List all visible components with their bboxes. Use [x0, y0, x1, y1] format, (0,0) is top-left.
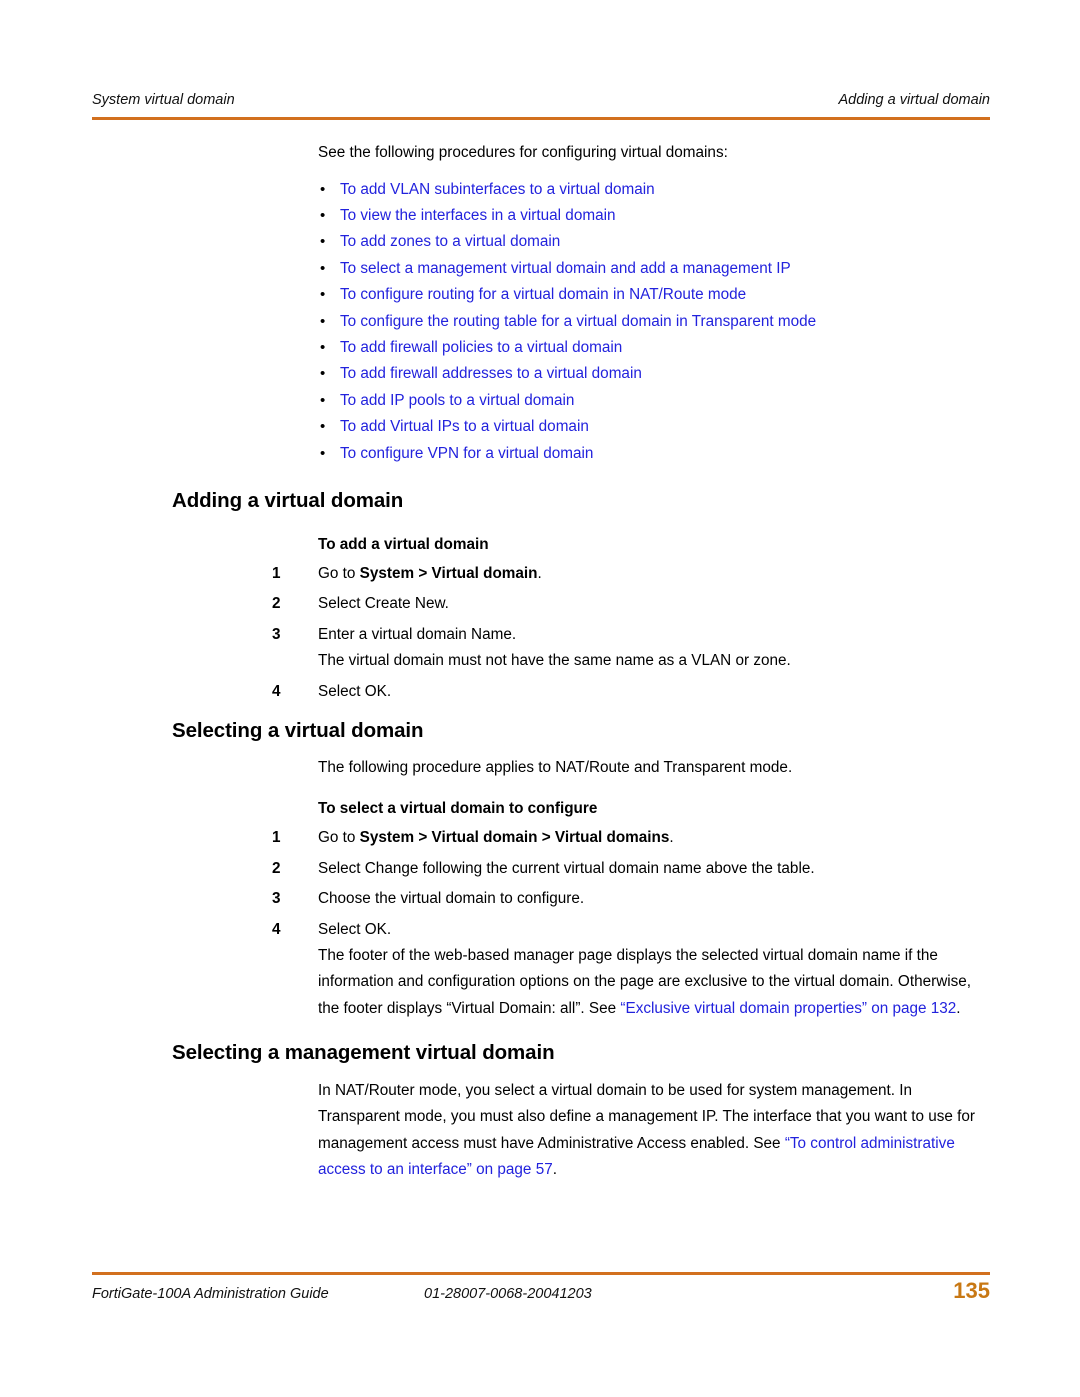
- list-item[interactable]: • To add IP pools to a virtual domain: [318, 388, 1080, 414]
- steps-adding: 1 Go to System > Virtual domain. 2 Selec…: [0, 561, 1080, 705]
- step-number: 3: [272, 890, 281, 908]
- procedure-link[interactable]: To configure VPN for a virtual domain: [340, 445, 593, 462]
- procedure-link[interactable]: To add firewall policies to a virtual do…: [340, 339, 622, 356]
- list-item[interactable]: • To view the interfaces in a virtual do…: [318, 203, 1080, 229]
- section-adding-a-virtual-domain: To add a virtual domain 1 Go to System >…: [0, 533, 1080, 705]
- step-number: 2: [272, 595, 281, 613]
- paragraph-tail: .: [956, 999, 961, 1017]
- step-number: 4: [272, 920, 281, 938]
- heading-selecting-a-virtual-domain: Selecting a virtual domain: [172, 719, 424, 742]
- footer-guide-title: FortiGate-100A Administration Guide: [92, 1286, 329, 1302]
- procedure-link[interactable]: To add zones to a virtual domain: [340, 233, 560, 250]
- footer-document-number: 01-28007-0068-20041203: [424, 1286, 592, 1302]
- bullet-icon: •: [320, 444, 326, 462]
- step-item: 4 Select OK.: [0, 679, 1080, 705]
- bullet-icon: •: [320, 391, 326, 409]
- list-item[interactable]: • To configure VPN for a virtual domain: [318, 441, 1080, 467]
- bullet-icon: •: [320, 206, 326, 224]
- subheading-to-select-a-virtual-domain: To select a virtual domain to configure: [318, 800, 598, 818]
- step-text-bold: System > Virtual domain: [359, 565, 538, 582]
- step-text-pre: Enter a virtual domain Name.: [318, 625, 517, 643]
- step-text-pre: Select Change following the current virt…: [318, 859, 815, 877]
- step-item: 1 Go to System > Virtual domain.: [0, 561, 1080, 587]
- section-selecting-a-management-virtual-domain: In NAT/Router mode, you select a virtual…: [0, 1078, 1080, 1184]
- paragraph-tail: .: [552, 1161, 557, 1179]
- document-page: System virtual domain Adding a virtual d…: [0, 0, 1080, 1397]
- step-item: 3 Enter a virtual domain Name. The virtu…: [0, 622, 1080, 675]
- cross-reference-link[interactable]: “Exclusive virtual domain properties” on…: [620, 1000, 956, 1017]
- selecting-intro-paragraph: The following procedure applies to NAT/R…: [318, 759, 793, 776]
- bullet-icon: •: [320, 259, 326, 277]
- list-item[interactable]: • To add firewall policies to a virtual …: [318, 335, 1080, 361]
- footer-rule: [92, 1272, 990, 1275]
- step-text-pre: Go to: [318, 829, 360, 847]
- bullet-icon: •: [320, 233, 326, 251]
- heading-selecting-a-management-virtual-domain: Selecting a management virtual domain: [172, 1041, 555, 1064]
- steps-selecting: 1 Go to System > Virtual domain > Virtua…: [0, 825, 1080, 1022]
- step-text-pre: Select OK.: [318, 682, 392, 700]
- step-number: 2: [272, 859, 281, 877]
- page-number: 135: [953, 1278, 990, 1303]
- list-item[interactable]: • To configure the routing table for a v…: [318, 309, 1080, 335]
- bullet-icon: •: [320, 180, 326, 198]
- page-content: See the following procedures for configu…: [0, 140, 1080, 467]
- bullet-icon: •: [320, 312, 326, 330]
- step-item: 2 Select Change following the current vi…: [0, 856, 1080, 882]
- step-continuation-paragraph: The footer of the web-based manager page…: [318, 943, 992, 1022]
- step-number: 3: [272, 625, 281, 643]
- procedure-link[interactable]: To add IP pools to a virtual domain: [340, 392, 574, 409]
- list-item[interactable]: • To add zones to a virtual domain: [318, 229, 1080, 255]
- header-rule: [92, 117, 990, 120]
- procedure-link[interactable]: To add Virtual IPs to a virtual domain: [340, 418, 589, 435]
- step-text-bold: System > Virtual domain > Virtual domain…: [359, 829, 670, 847]
- step-item: 1 Go to System > Virtual domain > Virtua…: [0, 825, 1080, 851]
- step-number: 1: [272, 829, 281, 847]
- subheading-to-add-a-virtual-domain: To add a virtual domain: [318, 536, 489, 553]
- list-item[interactable]: • To select a management virtual domain …: [318, 256, 1080, 282]
- management-paragraph: In NAT/Router mode, you select a virtual…: [0, 1078, 1080, 1184]
- bullet-icon: •: [320, 418, 326, 436]
- step-number: 4: [272, 682, 281, 700]
- heading-adding-a-virtual-domain: Adding a virtual domain: [172, 489, 404, 512]
- intro-paragraph: See the following procedures for configu…: [318, 144, 728, 161]
- step-text-pre: Select OK.: [318, 920, 392, 938]
- step-text-pre: Select Create New.: [318, 595, 449, 613]
- step-number: 1: [272, 565, 281, 582]
- section-selecting-a-virtual-domain: The following procedure applies to NAT/R…: [0, 755, 1080, 1022]
- running-header-right: Adding a virtual domain: [838, 92, 990, 108]
- running-header: System virtual domain Adding a virtual d…: [92, 92, 990, 109]
- step-text-pre: Go to: [318, 565, 360, 582]
- procedure-link[interactable]: To select a management virtual domain an…: [340, 260, 791, 277]
- list-item[interactable]: • To add Virtual IPs to a virtual domain: [318, 414, 1080, 440]
- running-header-left: System virtual domain: [92, 92, 235, 108]
- bullet-icon: •: [320, 338, 326, 356]
- step-continuation: The virtual domain must not have the sam…: [318, 652, 791, 670]
- list-item[interactable]: • To add firewall addresses to a virtual…: [318, 361, 1080, 387]
- step-text-post: .: [669, 829, 674, 847]
- procedure-link[interactable]: To configure routing for a virtual domai…: [340, 286, 746, 303]
- procedure-link-list: • To add VLAN subinterfaces to a virtual…: [0, 177, 1080, 467]
- procedure-link[interactable]: To add firewall addresses to a virtual d…: [340, 365, 642, 382]
- bullet-icon: •: [320, 286, 326, 304]
- step-item: 4 Select OK. The footer of the web-based…: [0, 917, 1080, 1023]
- procedure-link[interactable]: To add VLAN subinterfaces to a virtual d…: [340, 181, 655, 198]
- list-item[interactable]: • To configure routing for a virtual dom…: [318, 282, 1080, 308]
- step-text-post: .: [537, 565, 542, 582]
- step-text-pre: Choose the virtual domain to configure.: [318, 890, 585, 908]
- bullet-icon: •: [320, 365, 326, 383]
- procedure-link[interactable]: To view the interfaces in a virtual doma…: [340, 207, 615, 224]
- running-footer: FortiGate-100A Administration Guide 01-2…: [92, 1278, 990, 1313]
- step-item: 3 Choose the virtual domain to configure…: [0, 886, 1080, 912]
- list-item[interactable]: • To add VLAN subinterfaces to a virtual…: [318, 177, 1080, 203]
- procedure-link[interactable]: To configure the routing table for a vir…: [340, 313, 816, 330]
- step-item: 2 Select Create New.: [0, 591, 1080, 617]
